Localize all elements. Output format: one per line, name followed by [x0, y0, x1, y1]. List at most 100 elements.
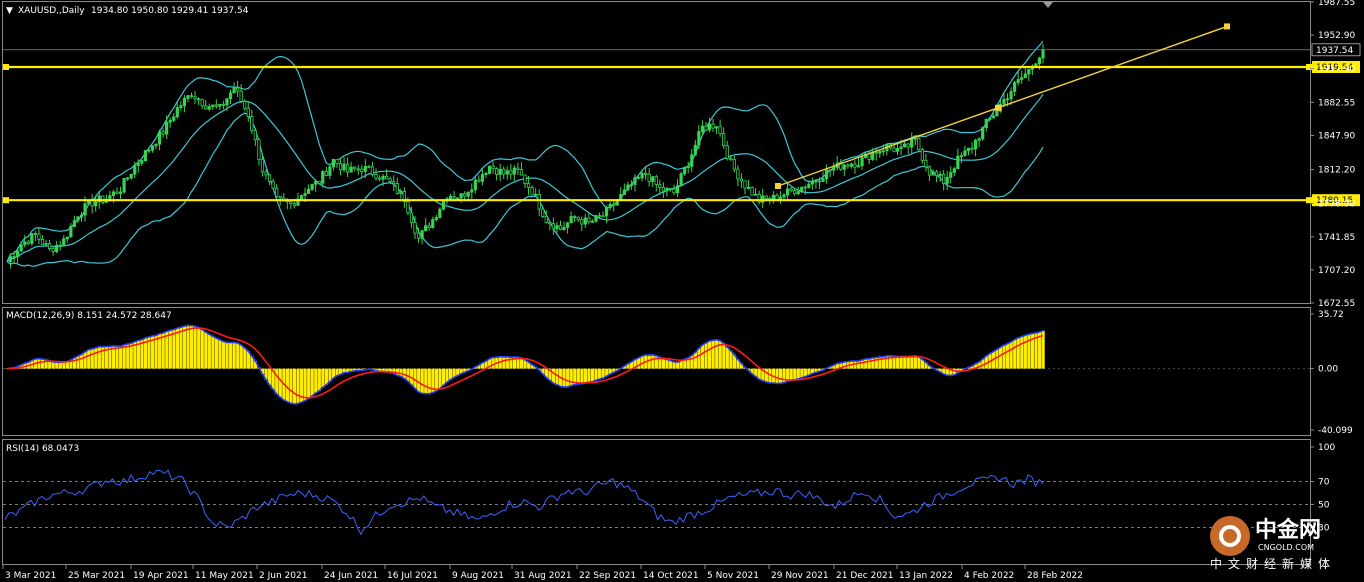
candle-body [910, 138, 914, 148]
candle-body [186, 95, 190, 99]
watermark-sub-cn: 中文财经新媒体 [1210, 556, 1336, 571]
candle-body [903, 143, 907, 148]
macd-hist-bar [906, 356, 910, 369]
candle-body [370, 166, 375, 175]
macd-hist-bar [161, 332, 165, 369]
trendline-start-handle [775, 182, 781, 189]
macd-hist-bar [278, 368, 282, 398]
candle-body [90, 200, 94, 207]
macd-hist-bar [704, 342, 708, 369]
candle-body [945, 176, 949, 184]
macd-hist-bar [690, 355, 694, 369]
macd-hist-bar [324, 368, 329, 385]
candle-body [988, 117, 992, 120]
price-tick-label: 1847.90 [1318, 131, 1355, 141]
macd-hist-bar [189, 325, 194, 369]
candle-body [913, 137, 917, 140]
macd-hist-bar [119, 346, 123, 369]
macd-hist-bar [1009, 341, 1013, 369]
candle-body [118, 191, 123, 194]
candle-body [718, 126, 722, 135]
macd-hist-bar [438, 368, 442, 389]
candle-body [136, 162, 140, 166]
macd-hist-bar [910, 356, 914, 369]
candle-body [991, 115, 995, 119]
candle-body [83, 203, 87, 216]
macd-hist-bar [903, 356, 907, 369]
candle-body [79, 214, 84, 218]
candle-body [353, 166, 357, 170]
date-tick-label: 14 Oct 2021 [643, 571, 699, 581]
macd-hist-bar [661, 358, 666, 369]
candle-body [278, 195, 282, 199]
watermark-brand-en: CNGOLD.COM [1258, 543, 1314, 552]
candle-body [406, 201, 410, 214]
candle-body [306, 188, 311, 194]
date-tick-label: 25 Mar 2021 [68, 571, 125, 581]
date-tick-label: 22 Sep 2021 [579, 571, 636, 581]
candle-body [746, 186, 751, 189]
macd-hist-bar [65, 361, 70, 369]
macd-hist-bar [289, 368, 293, 404]
candle-body [420, 230, 424, 239]
macd-hist-bar [236, 342, 240, 369]
macd-hist-bar [51, 361, 55, 369]
macd-hist-bar [637, 357, 641, 369]
candle-body [789, 188, 793, 191]
macd-hist-bar [729, 350, 733, 369]
candle-body [729, 158, 733, 161]
candle-body [697, 131, 701, 146]
candle-body [466, 191, 470, 197]
macd-hist-bar [871, 357, 875, 369]
candle-body [179, 105, 183, 109]
candle-body [920, 149, 924, 161]
macd-hist-bar [55, 362, 59, 369]
candle-body [346, 163, 350, 173]
macd-hist-bar [83, 351, 87, 369]
candle-body [264, 171, 268, 176]
symbol-menu-icon[interactable]: ▼ [6, 6, 13, 16]
macd-hist-bar [651, 354, 655, 369]
candle-body [438, 208, 442, 218]
macd-hist-bar [445, 368, 449, 383]
candle-body [19, 244, 23, 252]
candle-body [154, 143, 158, 147]
candle-body [1009, 91, 1013, 100]
candle-body [647, 173, 651, 182]
macd-label: MACD(12,26,9) 8.151 24.572 28.647 [6, 311, 172, 321]
candle-body [487, 165, 492, 174]
candle-body [750, 186, 754, 196]
candle-body [182, 98, 186, 107]
candle-body [959, 155, 963, 158]
candle-body [526, 183, 531, 188]
macd-hist-bar [179, 327, 183, 369]
candle-body [629, 184, 634, 187]
candle-body [463, 193, 467, 197]
candle-body [385, 175, 389, 180]
macd-hist-bar [424, 368, 428, 394]
macd-hist-bar [711, 340, 715, 369]
candle-body [700, 125, 704, 133]
macd-hist-bar [214, 338, 219, 369]
candle-body [523, 174, 527, 184]
candle-body [441, 200, 445, 210]
date-tick-label: 29 Nov 2021 [771, 571, 829, 581]
candle-body [665, 187, 669, 192]
candle-body [796, 191, 800, 195]
candle-body [424, 225, 428, 232]
candle-body [452, 196, 456, 199]
candle-body [679, 173, 683, 186]
candle-body [895, 148, 900, 152]
candle-body [310, 183, 314, 190]
candle-body [271, 181, 275, 189]
macd-hist-bar [569, 368, 573, 386]
candle-body [739, 178, 744, 182]
candle-body [257, 139, 261, 160]
macd-hist-bar [598, 368, 602, 380]
macd-hist-bar [505, 356, 509, 369]
candle-body [448, 196, 453, 200]
candle-body [537, 193, 541, 210]
candle-body [416, 232, 421, 239]
candle-body [8, 256, 13, 262]
candle-body [906, 143, 910, 148]
